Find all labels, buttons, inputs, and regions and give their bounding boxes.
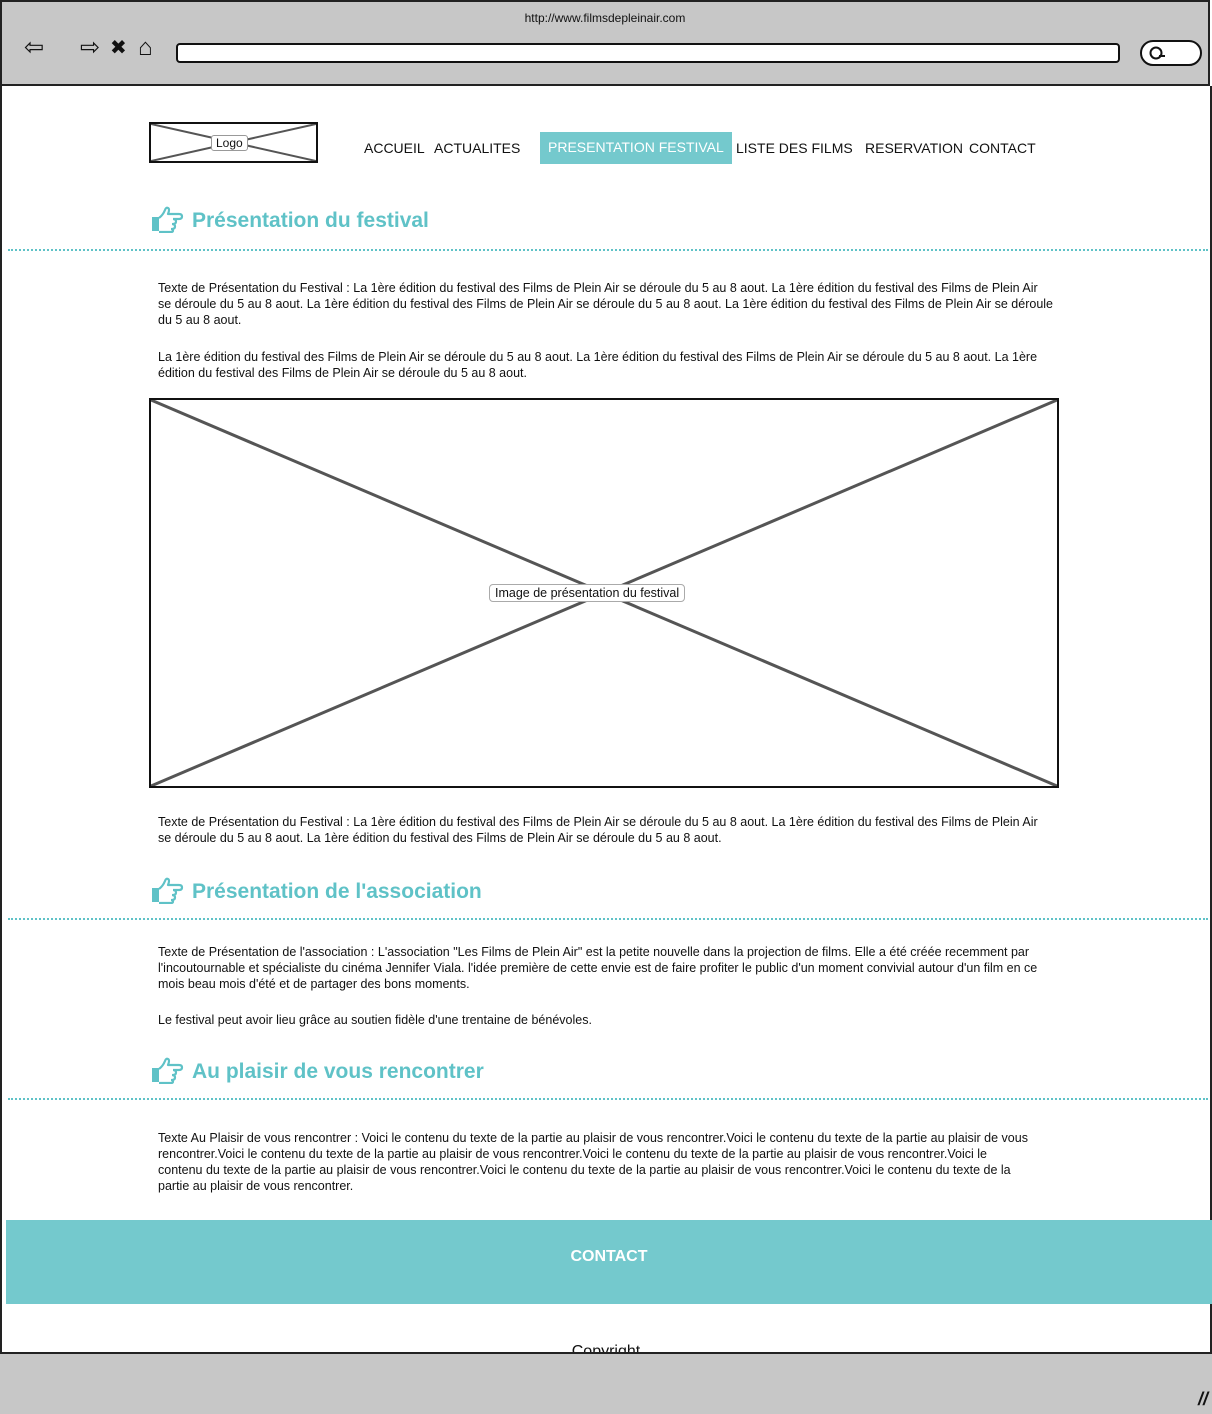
back-arrow-icon[interactable]: ⇦ bbox=[24, 36, 44, 60]
section-title-text: Présentation de l'association bbox=[192, 880, 482, 903]
festival-intro-text-2: La 1ère édition du festival des Films de… bbox=[158, 350, 1038, 380]
logo-label: Logo bbox=[211, 135, 248, 151]
section-title-text: Présentation du festival bbox=[192, 209, 429, 232]
association-text-2: Le festival peut avoir lieu grâce au sou… bbox=[158, 1013, 592, 1027]
pointing-hand-icon bbox=[150, 1056, 184, 1090]
festival-outro-text: Texte de Présentation du Festival : La 1… bbox=[158, 815, 1038, 845]
footer-contact-bar[interactable]: CONTACT bbox=[6, 1220, 1212, 1304]
rencontre-text: Texte Au Plaisir de vous rencontrer : Vo… bbox=[158, 1131, 1028, 1193]
nav-reservation[interactable]: RESERVATION bbox=[865, 140, 963, 156]
browser-toolbar: http://www.filmsdepleinair.com ⇦ ⇨ ✖ ⌂ bbox=[0, 0, 1210, 86]
nav-accueil[interactable]: ACCUEIL bbox=[364, 140, 425, 156]
resize-grip-icon[interactable]: // bbox=[1198, 1389, 1208, 1410]
search-button[interactable] bbox=[1140, 40, 1202, 66]
stop-icon[interactable]: ✖ bbox=[110, 36, 127, 60]
search-icon bbox=[1149, 46, 1165, 60]
pointing-hand-icon bbox=[150, 876, 184, 910]
home-icon[interactable]: ⌂ bbox=[138, 36, 153, 60]
section-title-text: Au plaisir de vous rencontrer bbox=[192, 1060, 484, 1083]
section-divider bbox=[8, 1098, 1208, 1100]
browser-frame-right bbox=[1208, 86, 1212, 1352]
footer-contact-label[interactable]: CONTACT bbox=[570, 1248, 647, 1265]
section-title-festival: Présentation du festival bbox=[150, 205, 429, 239]
festival-image-placeholder: Image de présentation du festival bbox=[149, 398, 1059, 788]
section-title-rencontre: Au plaisir de vous rencontrer bbox=[150, 1056, 484, 1090]
section-divider bbox=[8, 249, 1208, 251]
browser-frame-left bbox=[0, 86, 6, 1352]
section-divider bbox=[8, 918, 1208, 920]
pointing-hand-icon bbox=[150, 205, 184, 239]
festival-intro-text-1: Texte de Présentation du Festival : La 1… bbox=[158, 281, 1053, 327]
nav-contact[interactable]: CONTACT bbox=[969, 140, 1036, 156]
section-title-association: Présentation de l'association bbox=[150, 876, 482, 910]
address-bar[interactable] bbox=[176, 43, 1120, 63]
nav-presentation-festival[interactable]: PRESENTATION FESTIVAL bbox=[540, 132, 732, 164]
nav-actualites[interactable]: ACTUALITES bbox=[434, 140, 520, 156]
association-text-1: Texte de Présentation de l'association :… bbox=[158, 945, 1038, 991]
logo-placeholder[interactable]: Logo bbox=[149, 122, 318, 163]
image-label: Image de présentation du festival bbox=[489, 584, 686, 602]
nav-liste-des-films[interactable]: LISTE DES FILMS bbox=[736, 140, 853, 156]
page-url: http://www.filmsdepleinair.com bbox=[524, 11, 686, 25]
browser-status-bar: // bbox=[0, 1352, 1212, 1414]
forward-arrow-icon[interactable]: ⇨ bbox=[80, 36, 100, 60]
